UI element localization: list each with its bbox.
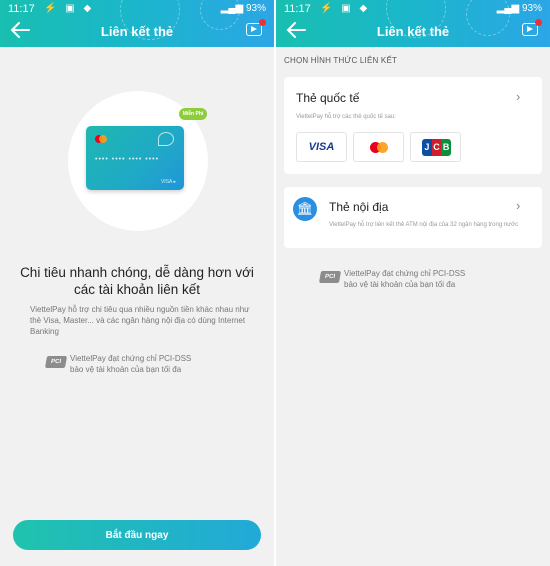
link-card-options-screen: 11:17 ⚡ ▣ ◆ ▂▄▆ 93% Liên kết thẻ CHỌN HÌ… (276, 0, 550, 566)
domestic-card-option[interactable] (284, 187, 542, 248)
intl-subtitle: ViettelPay hỗ trợ các thẻ quốc tế sau: (296, 114, 396, 120)
domestic-title: Thẻ nội địa (329, 200, 389, 214)
section-label: CHỌN HÌNH THỨC LIÊN KẾT (284, 56, 398, 65)
signal-icon: ▂▄▆ (496, 3, 522, 14)
page-title: Liên kết thẻ (100, 24, 174, 39)
battery-text: 93% (245, 3, 266, 14)
pci-text: ViettelPay đạt chứng chỉ PCI-DSS bảo vệ … (344, 269, 466, 289)
app-header: 11:17 ⚡ ▣ ◆ ▂▄▆ 93% Liên kết thẻ (0, 0, 274, 47)
brand-logo-icon (158, 132, 174, 146)
chevron-right-icon: › (516, 198, 521, 213)
bank-icon: 🏛 (293, 197, 317, 221)
mastercard-logo (353, 132, 404, 162)
headline-line-1: Chi tiêu nhanh chóng, dễ dàng hơn với (20, 265, 254, 280)
status-icons: ⚡ ▣ ◆ (320, 3, 371, 14)
jcb-logo: JCB (410, 132, 461, 162)
status-icons: ⚡ ▣ ◆ (44, 3, 95, 14)
pci-text: ViettelPay đạt chứng chỉ PCI-DSS bảo vệ … (70, 354, 192, 374)
status-bar: 11:17 ⚡ ▣ ◆ ▂▄▆ 93% (0, 0, 274, 18)
link-card-intro-screen: 11:17 ⚡ ▣ ◆ ▂▄▆ 93% Liên kết thẻ •••• ••… (0, 0, 274, 566)
intl-title: Thẻ quốc tế (296, 91, 360, 105)
signal-icon: ▂▄▆ (220, 3, 246, 14)
domestic-subtitle: ViettelPay hỗ trợ liên kết thẻ ATM nội đ… (329, 222, 519, 228)
status-time: 11:17 (284, 3, 311, 15)
free-badge: Miễn Phí (179, 108, 207, 120)
headline: Chi tiêu nhanh chóng, dễ dàng hơn với cá… (20, 264, 254, 298)
status-bar: 11:17 ⚡ ▣ ◆ ▂▄▆ 93% (276, 0, 550, 18)
chevron-right-icon: › (516, 89, 521, 104)
battery-text: 93% (521, 3, 542, 14)
status-time: 11:17 (8, 3, 35, 15)
card-illustration: •••• •••• •••• •••• VISA ▸ (86, 126, 184, 190)
video-icon[interactable] (246, 19, 266, 36)
pci-icon: PCI (44, 356, 68, 368)
notification-dot (259, 19, 266, 26)
headline-line-2: các tài khoản liên kết (73, 282, 201, 297)
pci-icon: PCI (318, 271, 342, 283)
start-now-button[interactable]: Bắt đầu ngay (13, 520, 261, 550)
description: ViettelPay hỗ trợ chi tiêu qua nhiều ngu… (30, 305, 250, 336)
page-title: Liên kết thẻ (376, 24, 450, 39)
app-header: 11:17 ⚡ ▣ ◆ ▂▄▆ 93% Liên kết thẻ (276, 0, 550, 47)
video-icon[interactable] (522, 19, 542, 36)
notification-dot (535, 19, 542, 26)
visa-logo: VISA (296, 132, 347, 162)
